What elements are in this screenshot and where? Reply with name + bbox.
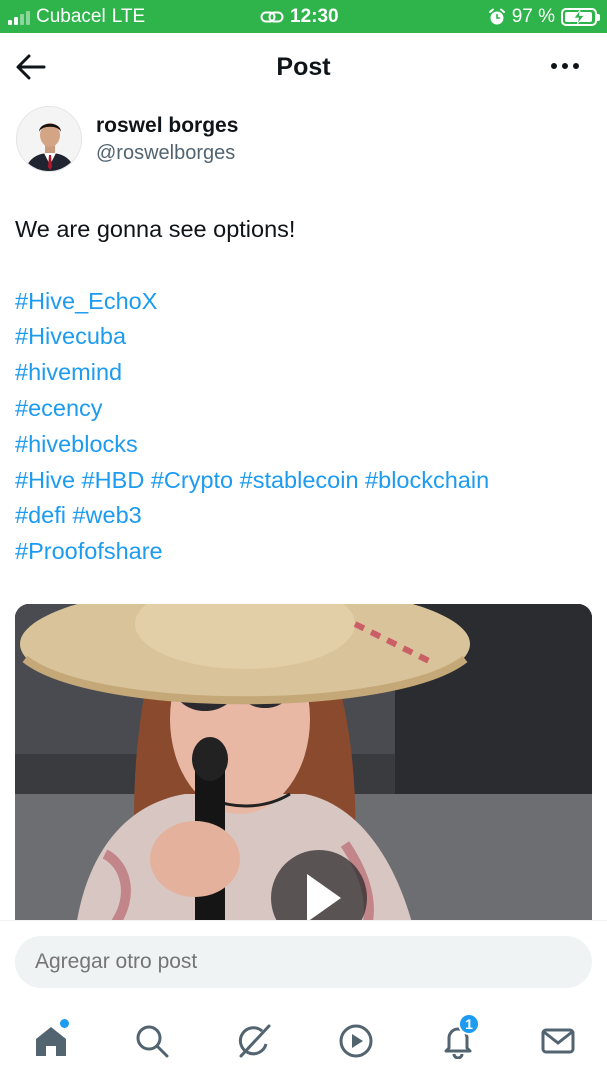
status-right: 97 % (488, 6, 600, 28)
home-icon (36, 1027, 66, 1056)
author-handle[interactable]: @roswelborges (96, 142, 235, 165)
page-title: Post (276, 53, 331, 81)
link-icon (260, 11, 284, 23)
hashtag-line[interactable]: #Hivecuba (15, 319, 595, 355)
hashtag-line[interactable]: #Hive_EchoX (15, 284, 595, 320)
author-name[interactable]: roswel borges (96, 114, 238, 138)
search-icon (136, 1025, 169, 1058)
post-header: Post (0, 33, 607, 103)
reply-input[interactable] (15, 936, 592, 988)
more-options-button[interactable] (551, 63, 579, 69)
battery-icon (561, 8, 600, 26)
tab-messages[interactable] (534, 1017, 582, 1065)
video-icon (339, 1024, 373, 1058)
home-new-dot (60, 1019, 69, 1028)
tab-bar: 1 (0, 1013, 607, 1065)
avatar[interactable] (16, 106, 82, 172)
status-left: Cubacel LTE (8, 6, 145, 28)
charging-icon (573, 10, 585, 24)
more-options-icon (551, 63, 557, 69)
hashtag-line[interactable]: #hiveblocks (15, 427, 595, 463)
post-video[interactable] (15, 604, 592, 934)
hashtag-list: #Hive_EchoX #Hivecuba #hivemind #ecency … (15, 284, 595, 570)
carrier-name: Cubacel (36, 6, 106, 27)
hashtag-line[interactable]: #hivemind (15, 355, 595, 391)
status-time: 12:30 (290, 6, 339, 27)
hashtag-line[interactable]: #defi #web3 (15, 498, 595, 534)
grok-icon (238, 1024, 271, 1058)
tab-home[interactable] (27, 1017, 75, 1065)
tab-notifications[interactable]: 1 (434, 1013, 482, 1065)
network-type: LTE (111, 6, 146, 27)
post-text: We are gonna see options! (15, 216, 296, 242)
post-body: We are gonna see options! #Hive_EchoX #H… (15, 212, 595, 570)
bottom-area: 1 (0, 920, 607, 1080)
messages-icon (541, 1028, 575, 1054)
hashtag-line[interactable]: #Hive #HBD #Crypto #stablecoin #blockcha… (15, 463, 595, 499)
tab-grok[interactable] (230, 1017, 278, 1065)
alarm-icon (488, 8, 505, 25)
hashtag-line[interactable]: #Proofofshare (15, 534, 595, 570)
signal-icon (8, 9, 30, 25)
post-author: roswel borges @roswelborges (16, 106, 596, 176)
tab-search[interactable] (128, 1017, 176, 1065)
avatar-image (17, 107, 81, 171)
status-bar: Cubacel LTE 12:30 97 % (0, 0, 607, 33)
hashtag-line[interactable]: #ecency (15, 391, 595, 427)
tab-video[interactable] (332, 1017, 380, 1065)
notifications-badge: 1 (458, 1013, 480, 1035)
status-center: 12:30 (260, 6, 339, 28)
battery-percent: 97 % (511, 6, 555, 27)
